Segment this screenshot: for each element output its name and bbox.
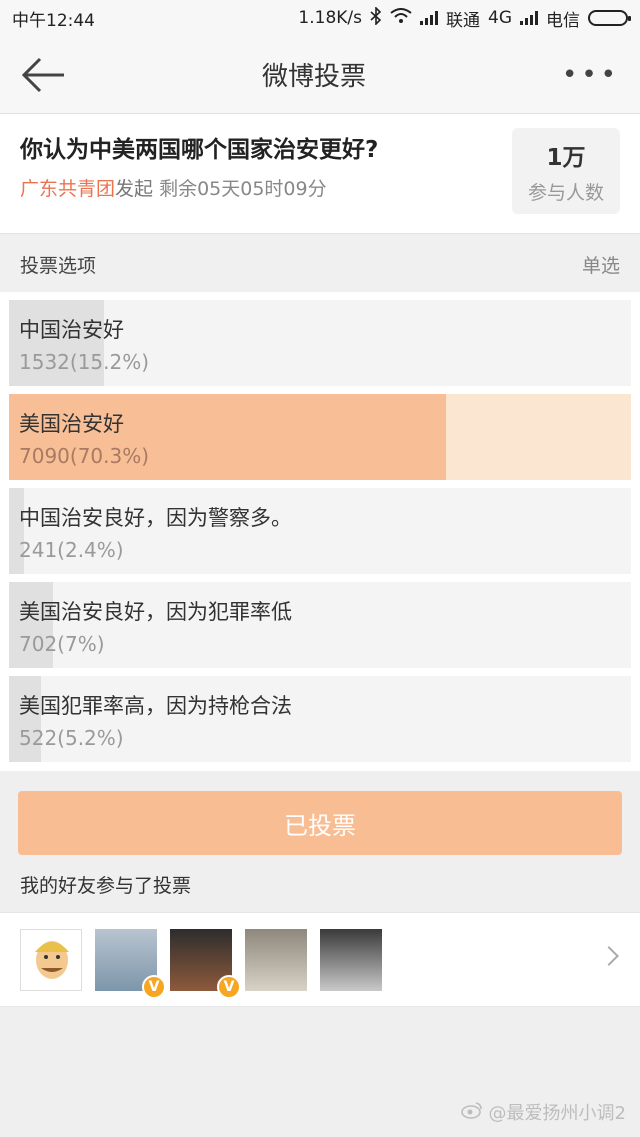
options-header: 投票选项 单选 bbox=[0, 236, 640, 292]
option-stat: 1532(15.2%) bbox=[19, 350, 150, 374]
poll-option[interactable]: 美国犯罪率高，因为持枪合法 522(5.2%) bbox=[9, 676, 631, 762]
more-dots-icon[interactable]: ••• bbox=[562, 60, 620, 90]
nav-bar: 微博投票 ••• bbox=[0, 36, 640, 114]
voted-area: 已投票 我的好友参与了投票 bbox=[0, 771, 640, 912]
carrier-2: 电信 bbox=[546, 10, 580, 31]
option-label: 中国治安好 bbox=[19, 318, 124, 342]
status-right: 1.18K/s 联通 4G 电信 bbox=[298, 5, 631, 31]
carrier-1: 联通 bbox=[446, 10, 480, 31]
remaining-time: 剩余05天05时09分 bbox=[159, 178, 327, 200]
wifi-icon bbox=[390, 7, 412, 29]
poll-option[interactable]: 中国治安好 1532(15.2%) bbox=[9, 300, 631, 386]
option-label: 美国治安良好，因为犯罪率低 bbox=[19, 600, 292, 624]
option-stat: 522(5.2%) bbox=[19, 726, 124, 750]
avatar[interactable] bbox=[245, 928, 307, 991]
participant-count: 1万 bbox=[546, 145, 586, 171]
option-stat: 7090(70.3%) bbox=[19, 444, 150, 468]
option-label: 美国犯罪率高，因为持枪合法 bbox=[19, 694, 292, 718]
poll-option[interactable]: 美国治安好 7090(70.3%) bbox=[9, 394, 631, 480]
participant-label: 参与人数 bbox=[527, 182, 604, 204]
verified-badge-icon: V bbox=[217, 975, 241, 999]
battery-icon bbox=[588, 10, 631, 26]
voted-button[interactable]: 已投票 bbox=[18, 791, 622, 855]
verified-badge-icon: V bbox=[142, 975, 166, 999]
poll-option[interactable]: 中国治安良好，因为警察多。 241(2.4%) bbox=[9, 488, 631, 574]
initiated-label: 发起 bbox=[115, 178, 154, 200]
status-bar: 中午12:44 1.18K/s 联通 4G 电信 bbox=[0, 0, 640, 36]
options-list: 中国治安好 1532(15.2%) 美国治安好 7090(70.3%) 中国治安… bbox=[0, 292, 640, 771]
options-title: 投票选项 bbox=[20, 254, 97, 277]
back-arrow-icon[interactable] bbox=[20, 55, 66, 95]
signal-icon bbox=[420, 11, 438, 25]
avatar[interactable] bbox=[320, 928, 382, 991]
organizer-link[interactable]: 广东共青团 bbox=[20, 178, 115, 200]
poll-option[interactable]: 美国治安良好，因为犯罪率低 702(7%) bbox=[9, 582, 631, 668]
page-title: 微博投票 bbox=[261, 62, 366, 92]
signal-icon-2 bbox=[520, 11, 538, 25]
network-speed: 1.18K/s bbox=[298, 8, 362, 28]
selection-mode: 单选 bbox=[581, 254, 620, 277]
weibo-logo-icon bbox=[460, 1101, 483, 1124]
option-stat: 702(7%) bbox=[19, 632, 105, 656]
option-label: 美国治安好 bbox=[19, 412, 124, 436]
watermark-text: @最爱扬州小调2 bbox=[488, 1103, 626, 1124]
friends-title: 我的好友参与了投票 bbox=[20, 875, 192, 897]
participant-count-box: 1万 参与人数 bbox=[512, 128, 620, 214]
bluetooth-icon bbox=[370, 5, 382, 30]
network-type: 4G bbox=[488, 8, 512, 28]
friends-row[interactable]: V V bbox=[0, 912, 640, 1007]
chevron-right-icon[interactable] bbox=[599, 946, 619, 966]
watermark: @最爱扬州小调2 bbox=[460, 1099, 626, 1125]
status-time: 中午12:44 bbox=[12, 10, 95, 31]
avatar[interactable] bbox=[20, 928, 82, 991]
option-stat: 241(2.4%) bbox=[19, 538, 124, 562]
option-label: 中国治安良好，因为警察多。 bbox=[19, 506, 292, 530]
poll-header: 你认为中美两国哪个国家治安更好? 广东共青团发起 剩余05天05时09分 1万 … bbox=[0, 114, 640, 234]
